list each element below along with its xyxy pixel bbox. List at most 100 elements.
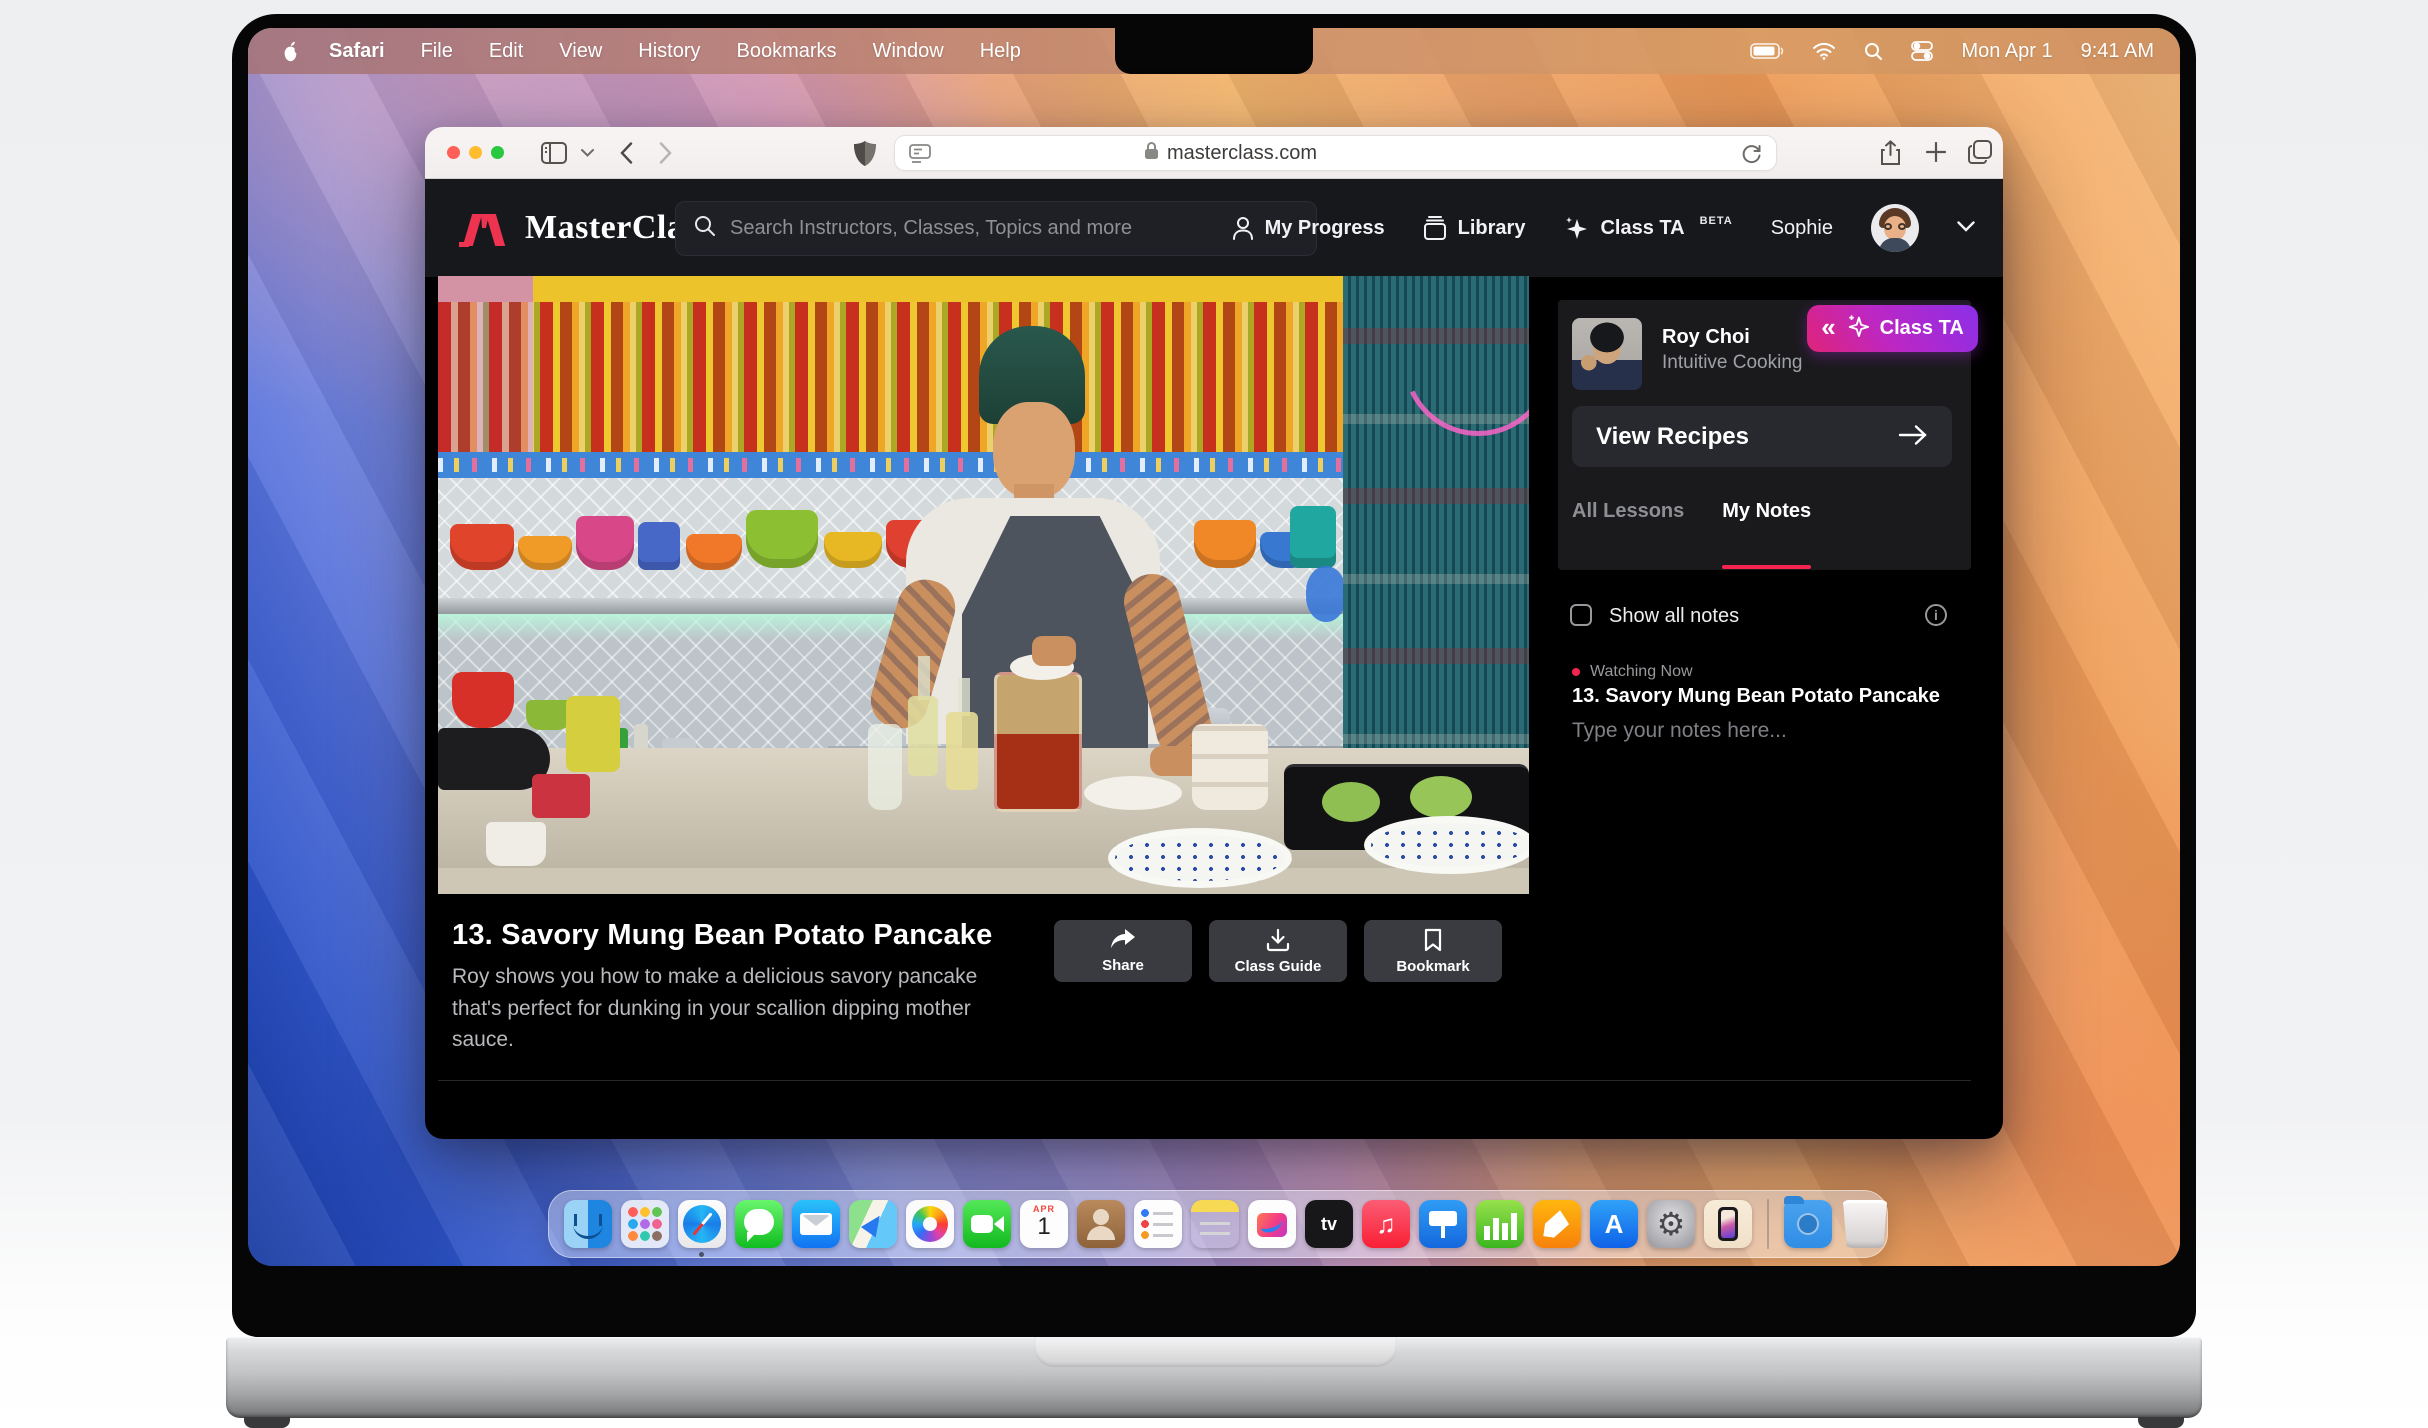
battery-icon[interactable]	[1750, 43, 1784, 59]
share-icon[interactable]	[1880, 140, 1901, 166]
control-center-icon[interactable]	[1911, 41, 1933, 61]
address-domain: masterclass.com	[1167, 142, 1317, 165]
info-icon[interactable]: i	[1925, 604, 1947, 626]
menu-bookmarks[interactable]: Bookmarks	[737, 40, 837, 63]
user-name[interactable]: Sophie	[1771, 217, 1833, 240]
dock-system-settings-icon[interactable]: ⚙	[1647, 1200, 1695, 1248]
tv-label: tv	[1321, 1214, 1337, 1235]
nav-library[interactable]: Library	[1423, 216, 1526, 241]
notes-input[interactable]	[1572, 719, 1967, 789]
dock-maps-icon[interactable]	[849, 1200, 897, 1248]
window-zoom-button[interactable]	[491, 146, 504, 159]
panel-tabs: All Lessons My Notes	[1572, 500, 1811, 537]
class-ta-button[interactable]: « Class TA	[1807, 305, 1978, 352]
back-button[interactable]	[620, 142, 633, 164]
masterclass-site: MasterClass My Progress	[425, 179, 2003, 1139]
dock-iphone-mirroring-icon[interactable]	[1704, 1200, 1752, 1248]
scene-person-hand	[1032, 636, 1076, 666]
menu-bar-date[interactable]: Mon Apr 1	[1961, 40, 2052, 63]
share-button[interactable]: Share	[1054, 920, 1192, 982]
address-bar[interactable]: masterclass.com	[894, 135, 1777, 171]
scene-oil-bottle	[918, 656, 930, 700]
menu-bar-time[interactable]: 9:41 AM	[2081, 40, 2154, 63]
show-all-notes-checkbox[interactable]	[1570, 604, 1592, 626]
nav-my-progress-label: My Progress	[1265, 217, 1385, 240]
tab-overview-icon[interactable]	[1968, 140, 1992, 164]
site-nav: My Progress Library Class TA BETA	[1232, 179, 1975, 277]
dock-finder-icon[interactable]	[564, 1200, 612, 1248]
tab-all-lessons-label: All Lessons	[1572, 500, 1684, 522]
nav-class-ta[interactable]: Class TA BETA	[1563, 215, 1732, 241]
nav-my-progress[interactable]: My Progress	[1232, 216, 1385, 240]
dock-contacts-icon[interactable]	[1077, 1200, 1125, 1248]
dock-photos-icon[interactable]	[906, 1200, 954, 1248]
video-player[interactable]	[438, 276, 1529, 894]
sidebar-chevron-icon[interactable]	[581, 148, 594, 157]
dock-tv-icon[interactable]: tv	[1305, 1200, 1353, 1248]
menu-help[interactable]: Help	[980, 40, 1021, 63]
new-tab-icon[interactable]	[1925, 141, 1947, 163]
user-avatar[interactable]	[1871, 204, 1919, 252]
scene-bowl	[1290, 506, 1336, 568]
instructor-class: Intuitive Cooking	[1662, 352, 1802, 374]
account-chevron-down-icon[interactable]	[1957, 219, 1975, 237]
tab-all-lessons[interactable]: All Lessons	[1572, 500, 1684, 537]
menu-history[interactable]: History	[638, 40, 700, 63]
spotlight-search-icon[interactable]	[1864, 42, 1883, 61]
macbook-foot	[244, 1417, 290, 1428]
dock-messages-icon[interactable]	[735, 1200, 783, 1248]
sidebar-toggle-icon[interactable]	[541, 142, 567, 164]
dock-safari-icon[interactable]	[678, 1200, 726, 1248]
apple-menu-icon[interactable]	[282, 41, 299, 62]
dock-launchpad-icon[interactable]	[621, 1200, 669, 1248]
nav-library-label: Library	[1458, 217, 1526, 240]
menu-view[interactable]: View	[559, 40, 602, 63]
forward-button[interactable]	[659, 142, 672, 164]
view-recipes-button[interactable]: View Recipes	[1572, 406, 1952, 467]
bookmark-button[interactable]: Bookmark	[1364, 920, 1502, 982]
window-minimize-button[interactable]	[469, 146, 482, 159]
scene-lantern	[1306, 566, 1346, 622]
show-all-notes-row: Show all notes i	[1570, 604, 1971, 628]
menu-edit[interactable]: Edit	[489, 40, 523, 63]
dock-facetime-icon[interactable]	[963, 1200, 1011, 1248]
search-bar[interactable]	[675, 201, 1317, 256]
scene-pancake	[1322, 782, 1380, 822]
dock-appstore-icon[interactable]: A	[1590, 1200, 1638, 1248]
dock-notes-icon[interactable]	[1191, 1200, 1239, 1248]
scene-dotted-plate	[1108, 828, 1292, 888]
dock-divider	[1767, 1199, 1769, 1249]
tab-my-notes[interactable]: My Notes	[1722, 500, 1811, 537]
avatar-glasses	[1884, 223, 1892, 230]
running-indicator	[699, 1252, 704, 1257]
menu-safari[interactable]: Safari	[329, 40, 385, 63]
dock-numbers-icon[interactable]	[1476, 1200, 1524, 1248]
dock-music-icon[interactable]: ♫	[1362, 1200, 1410, 1248]
menu-file[interactable]: File	[421, 40, 453, 63]
class-guide-button[interactable]: Class Guide	[1209, 920, 1347, 982]
dock-pages-icon[interactable]	[1533, 1200, 1581, 1248]
safari-toolbar: masterclass.com	[425, 127, 2003, 179]
reload-icon[interactable]	[1741, 143, 1762, 170]
bookmark-button-label: Bookmark	[1396, 958, 1469, 975]
dock-mail-icon[interactable]	[792, 1200, 840, 1248]
scene-red-cup	[532, 774, 590, 818]
dock-downloads-icon[interactable]	[1784, 1200, 1832, 1248]
dock-calendar-icon[interactable]: APR 1	[1020, 1200, 1068, 1248]
dock-freeform-icon[interactable]	[1248, 1200, 1296, 1248]
search-input[interactable]	[730, 217, 1298, 240]
dock-trash-icon[interactable]	[1841, 1200, 1889, 1248]
reader-format-icon[interactable]	[909, 144, 931, 169]
scene-bowl	[518, 536, 572, 570]
macbook-screen-bezel: Safari File Edit View History Bookmarks …	[232, 14, 2196, 1337]
dock-keynote-icon[interactable]	[1419, 1200, 1467, 1248]
masterclass-logo-icon[interactable]	[459, 206, 511, 250]
wifi-icon[interactable]	[1812, 42, 1836, 60]
privacy-shield-icon[interactable]	[853, 140, 877, 167]
watching-now-label: Watching Now	[1590, 663, 1693, 681]
scene-white-dish	[1084, 776, 1182, 810]
window-close-button[interactable]	[447, 146, 460, 159]
menu-window[interactable]: Window	[873, 40, 944, 63]
dock-reminders-icon[interactable]	[1134, 1200, 1182, 1248]
class-ta-panel: Roy Choi Intuitive Cooking « Class TA Vi…	[1558, 300, 1971, 570]
